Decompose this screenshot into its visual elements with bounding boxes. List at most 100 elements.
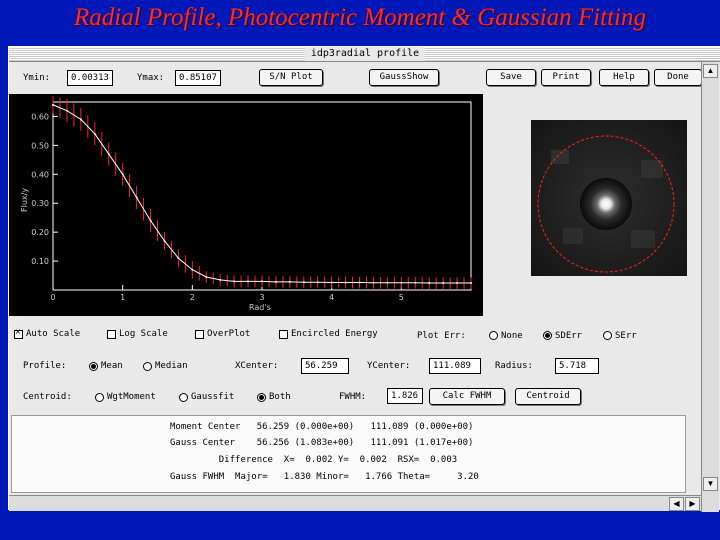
log-scale-checkbox[interactable] (107, 330, 116, 339)
gauss-show-button[interactable]: GaussShow (369, 69, 439, 86)
scroll-right-arrow-icon[interactable]: ▶ (685, 497, 700, 511)
data-point (79, 118, 82, 121)
data-point (163, 239, 166, 242)
data-point (177, 257, 180, 260)
y-tick-label: 0.40 (31, 170, 49, 179)
xcenter-label: XCenter: (235, 361, 279, 371)
fwhm-field[interactable]: 1.826 (387, 388, 423, 404)
centroid-gaussfit-radio[interactable] (179, 393, 188, 402)
radius-field[interactable]: 5.718 (555, 358, 599, 374)
y-tick-label: 0.10 (31, 257, 49, 266)
gauss-fwhm-line: Gauss FWHM Major= 1.830 Minor= 1.766 The… (170, 472, 479, 482)
x-tick-label: 5 (399, 293, 404, 302)
data-point (261, 280, 263, 283)
ymax-label: Ymax: (137, 73, 165, 83)
data-point (442, 282, 445, 285)
radial-profile-plot: 0.60 0.50 0.40 0.30 0.20 0.10 0 1 2 3 4 5 Flux/y R… (9, 94, 483, 316)
log-scale-label: Log Scale (119, 329, 168, 339)
plot-xlabel: Rad's (249, 303, 271, 312)
data-point (302, 281, 305, 284)
y-tick-label: 0.50 (31, 141, 49, 150)
moment-center-line: Moment Center 56.259 (0.000e+00) 111.089… (170, 422, 474, 432)
print-button[interactable]: Print (541, 69, 591, 86)
profile-curve (52, 104, 471, 284)
data-point (107, 153, 110, 156)
data-point (233, 280, 236, 283)
err-none-radio[interactable] (489, 331, 498, 340)
profile-median-label: Median (155, 361, 188, 371)
window-titlebar[interactable]: idp3radial profile (9, 47, 720, 62)
centroid-button[interactable]: Centroid (515, 388, 581, 405)
centroid-wgtmoment-label: WgtMoment (107, 392, 156, 402)
centroid-both-radio[interactable] (257, 393, 266, 402)
horizontal-scrollbar[interactable]: ◀ ▶ (9, 495, 701, 511)
centroid-both-label: Both (269, 392, 291, 402)
data-point (274, 280, 277, 283)
data-point (400, 281, 403, 284)
plot-frame (52, 101, 472, 291)
data-point (149, 219, 152, 222)
centroid-label: Centroid: (23, 392, 72, 402)
data-point (191, 268, 194, 271)
scroll-left-arrow-icon[interactable]: ◀ (669, 497, 684, 511)
data-point (316, 281, 319, 284)
err-sderr-label: SDErr (555, 331, 583, 341)
encircled-energy-label: Encircled Energy (291, 329, 378, 339)
auto-scale-checkbox[interactable] (14, 327, 23, 339)
x-tick-label: 4 (329, 293, 334, 302)
data-point (247, 280, 250, 283)
err-sderr-radio[interactable] (543, 331, 552, 340)
calc-fwhm-button[interactable]: Calc FWHM (429, 388, 505, 405)
data-point (219, 278, 222, 281)
err-serr-radio[interactable] (603, 331, 612, 340)
overplot-checkbox[interactable] (195, 330, 204, 339)
xcenter-field[interactable]: 56.259 (301, 358, 349, 374)
fwhm-label: FWHM: (339, 392, 367, 402)
gauss-center-line: Gauss Center 56.256 (1.083e+00) 111.091 … (170, 438, 474, 448)
x-tick-label: 2 (190, 293, 195, 302)
sn-plot-button[interactable]: S/N Plot (259, 69, 323, 86)
data-point (456, 282, 459, 285)
save-button[interactable]: Save (486, 69, 536, 86)
encircled-energy-checkbox[interactable] (279, 330, 288, 339)
difference-line: Difference X= 0.002 Y= 0.002 RSX= 0.003 (170, 455, 458, 465)
results-panel: Moment Center 56.259 (0.000e+00) 111.089… (11, 415, 686, 493)
vertical-scrollbar[interactable]: ▲ ▼ (701, 62, 719, 512)
slide-title: Radial Profile, Photocentric Moment & Ga… (74, 4, 646, 31)
plot-err-label: Plot Err: (417, 331, 466, 341)
ymax-field[interactable]: 0.85107 (175, 70, 221, 86)
ymin-field[interactable]: 0.00313 (67, 70, 113, 86)
profile-mean-radio[interactable] (89, 362, 98, 371)
profile-label: Profile: (23, 361, 67, 371)
scroll-down-arrow-icon[interactable]: ▼ (703, 477, 718, 491)
star-image-svg (531, 120, 687, 276)
err-serr-label: SErr (615, 331, 637, 341)
data-point (372, 281, 375, 284)
data-point (65, 109, 68, 112)
plot-ylabel: Flux/y (20, 188, 29, 212)
ycenter-label: YCenter: (367, 361, 411, 371)
centroid-gaussfit-label: Gaussfit (191, 392, 235, 402)
ycenter-field[interactable]: 111.089 (429, 358, 481, 374)
help-button[interactable]: Help (599, 69, 649, 86)
overplot-label: OverPlot (207, 329, 251, 339)
data-point (470, 282, 472, 285)
x-tick-label: 1 (120, 293, 125, 302)
profile-median-radio[interactable] (143, 362, 152, 371)
done-button[interactable]: Done (654, 69, 702, 86)
x-tick-label: 0 (50, 293, 55, 302)
data-point (386, 281, 389, 284)
data-point (135, 196, 138, 199)
err-none-label: None (501, 331, 523, 341)
profile-mean-label: Mean (101, 361, 123, 371)
centroid-wgtmoment-radio[interactable] (95, 393, 104, 402)
y-tick-label: 0.30 (31, 199, 49, 208)
scroll-up-arrow-icon[interactable]: ▲ (703, 64, 718, 78)
y-tick-label: 0.60 (31, 112, 49, 121)
data-point (205, 275, 208, 278)
data-point (121, 173, 124, 176)
auto-scale-label: Auto Scale (26, 329, 81, 339)
data-point (344, 281, 347, 284)
data-point (330, 281, 333, 284)
star-image-panel[interactable] (531, 120, 687, 276)
